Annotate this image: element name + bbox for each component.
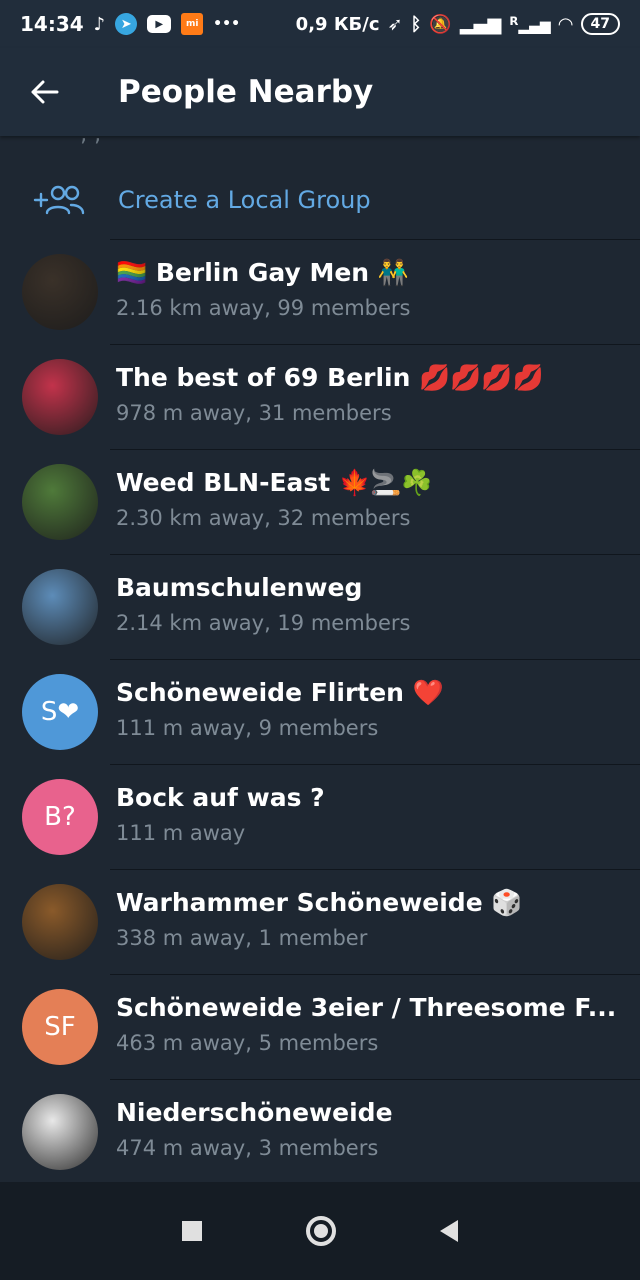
create-local-group-label: Create a Local Group — [118, 186, 371, 214]
group-name-text: Baumschulenweg — [116, 573, 363, 602]
group-avatar — [22, 359, 98, 435]
square-icon[interactable] — [182, 1221, 202, 1241]
group-row[interactable]: The best of 69 Berlin 💋💋💋💋 978 m away, 31… — [0, 345, 640, 449]
group-distance-members: 2.30 km away, 32 members — [116, 506, 411, 530]
group-avatar — [22, 569, 98, 645]
group-name: Schöneweide 3eier / Threesome F... — [116, 993, 616, 1022]
group-name: Weed BLN-East 🍁🚬☘️ — [116, 468, 432, 498]
app-bar: People Nearby — [0, 48, 640, 136]
group-row[interactable]: Niederschöneweide 474 m away, 3 members — [0, 1080, 640, 1182]
location-icon: ➶ — [387, 13, 403, 35]
group-prefix-emoji: 🏳️‍🌈 — [116, 258, 148, 287]
group-distance-members: 463 m away, 5 members — [116, 1031, 379, 1055]
system-nav-bar — [0, 1182, 640, 1280]
group-avatar — [22, 1094, 98, 1170]
more-notifications-icon: ••• — [213, 16, 241, 32]
page-title: People Nearby — [118, 74, 374, 110]
status-time: 14:34 — [20, 12, 84, 36]
group-name-text: Berlin Gay Men — [155, 258, 370, 287]
group-avatar: S❤ — [22, 674, 98, 750]
mute-bell-icon: 🔕 — [429, 13, 452, 35]
roaming-label: R — [509, 13, 519, 28]
group-avatar: SF — [22, 989, 98, 1065]
add-group-icon — [0, 160, 118, 240]
group-avatar — [22, 464, 98, 540]
group-avatar: B? — [22, 779, 98, 855]
status-bar: 14:34 ♪ ➤ ▶ mi ••• 0,9 КБ/с ➶ ᛒ 🔕 ▂▄▆ R▂… — [0, 0, 640, 48]
triangle-back-icon[interactable] — [440, 1220, 458, 1242]
group-name: The best of 69 Berlin 💋💋💋💋 — [116, 363, 544, 393]
group-name-text: Schöneweide 3eier / Threesome F... — [116, 993, 617, 1022]
group-name: Bock auf was ? — [116, 783, 325, 812]
group-distance-members: 111 m away, 9 members — [116, 716, 379, 740]
group-row[interactable]: Baumschulenweg 2.14 km away, 19 members — [0, 555, 640, 659]
group-name: Warhammer Schöneweide 🎲 — [116, 888, 523, 918]
group-name-text: Warhammer Schöneweide — [116, 888, 483, 917]
signal-icon: ▂▄▆ — [459, 13, 502, 35]
youtube-icon: ▶ — [147, 15, 172, 33]
group-avatar — [22, 884, 98, 960]
group-distance-members: 978 m away, 31 members — [116, 401, 392, 425]
group-row[interactable]: Weed BLN-East 🍁🚬☘️ 2.30 km away, 32 membe… — [0, 450, 640, 554]
home-dot — [314, 1224, 328, 1238]
group-row[interactable]: Warhammer Schöneweide 🎲 338 m away, 1 mem… — [0, 870, 640, 974]
bluetooth-icon: ᛒ — [410, 13, 422, 35]
group-distance-members: 338 m away, 1 member — [116, 926, 368, 950]
wifi-icon: ◠ — [558, 13, 573, 35]
circle-icon[interactable] — [306, 1216, 336, 1246]
arrow-left-icon[interactable] — [0, 48, 90, 136]
group-name: Niederschöneweide — [116, 1098, 393, 1127]
group-row[interactable]: 🏳️‍🌈 Berlin Gay Men 👬 2.16 km away, 99 me… — [0, 240, 640, 344]
group-name-text: Niederschöneweide — [116, 1098, 393, 1127]
network-speed: 0,9 КБ/с — [295, 13, 380, 35]
group-distance-members: 2.14 km away, 19 members — [116, 611, 411, 635]
telegram-icon: ➤ — [115, 13, 138, 35]
group-suffix-emoji: 🍁🚬☘️ — [338, 468, 433, 497]
nearby-list[interactable]: ‚ ‚ Create a Local Group 🏳️‍🌈 Berlin Gay… — [0, 136, 640, 1182]
group-avatar — [22, 254, 98, 330]
group-name-text: Schöneweide Flirten — [116, 678, 404, 707]
group-name: Baumschulenweg — [116, 573, 362, 602]
group-name-text: Weed BLN-East — [116, 468, 331, 497]
group-suffix-emoji: ❤️ — [412, 678, 444, 707]
roaming-signal-icon: R▂▄▆ — [509, 13, 551, 35]
battery-icon: 47 — [580, 13, 620, 35]
group-row[interactable]: S❤ Schöneweide Flirten ❤️ 111 m away, 9 me… — [0, 660, 640, 764]
group-distance-members: 2.16 km away, 99 members — [116, 296, 411, 320]
scrolled-text-fragment: ‚ ‚ — [80, 136, 101, 147]
group-name-text: The best of 69 Berlin — [116, 363, 411, 392]
create-local-group-button[interactable]: Create a Local Group — [0, 160, 640, 240]
group-row[interactable]: B? Bock auf was ? 111 m away — [0, 765, 640, 869]
group-name: Schöneweide Flirten ❤️ — [116, 678, 444, 708]
group-name-text: Bock auf was ? — [116, 783, 325, 812]
mi-icon: mi — [181, 13, 204, 35]
group-distance-members: 474 m away, 3 members — [116, 1136, 379, 1160]
group-name: 🏳️‍🌈 Berlin Gay Men 👬 — [116, 258, 409, 288]
group-suffix-emoji: 👬 — [377, 258, 409, 287]
group-row[interactable]: SF Schöneweide 3eier / Threesome F... 463 … — [0, 975, 640, 1079]
tiktok-icon: ♪ — [93, 13, 106, 35]
group-suffix-emoji: 🎲 — [491, 888, 523, 917]
group-distance-members: 111 m away — [116, 821, 246, 845]
group-suffix-emoji: 💋💋💋💋 — [419, 363, 544, 392]
